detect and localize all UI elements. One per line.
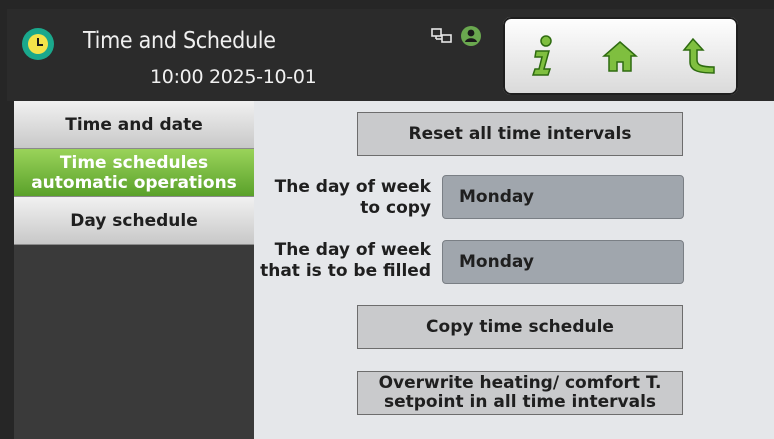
copy-from-day-select[interactable]: Monday: [442, 175, 684, 219]
status-icons: [430, 25, 482, 47]
date-text: 2025-10-01: [209, 66, 317, 88]
home-icon: [602, 41, 639, 72]
sidebar-item-day-schedule[interactable]: Day schedule: [14, 197, 254, 245]
sidebar: Time and date Time schedules automatic o…: [14, 101, 254, 439]
back-button[interactable]: [675, 32, 723, 80]
user-icon: [461, 26, 481, 46]
reset-all-intervals-button[interactable]: Reset all time intervals: [357, 112, 683, 156]
main-content: Reset all time intervals The day of week…: [254, 101, 774, 439]
sidebar-item-label: Time and date: [65, 114, 203, 135]
copy-time-schedule-button[interactable]: Copy time schedule: [357, 305, 683, 349]
copy-from-label-line2: to copy: [360, 198, 431, 218]
fill-day-label-line1: The day of week: [274, 240, 431, 260]
time-text: 10:00: [150, 66, 204, 88]
sidebar-item-label-line1: Time schedules: [59, 152, 209, 173]
fill-day-select[interactable]: Monday: [442, 240, 684, 284]
sidebar-item-label-line2: automatic operations: [31, 172, 237, 193]
info-button[interactable]: [518, 32, 566, 80]
clock-icon: [22, 28, 54, 60]
fill-day-value: Monday: [459, 252, 534, 272]
sidebar-item-label: Day schedule: [70, 210, 198, 231]
copy-from-day-value: Monday: [459, 187, 534, 207]
info-icon: [532, 35, 552, 76]
sidebar-item-time-schedules[interactable]: Time schedules automatic operations: [14, 149, 254, 197]
back-arrow-icon: [682, 37, 715, 74]
copy-from-label-line1: The day of week: [274, 177, 431, 197]
fill-day-label-line2: that is to be filled: [260, 261, 431, 281]
copy-from-label: The day of week to copy: [275, 177, 431, 219]
overwrite-setpoint-button[interactable]: Overwrite heating/ comfort T. setpoint i…: [357, 371, 683, 415]
overwrite-button-line1: Overwrite heating/ comfort T.: [378, 373, 662, 393]
sidebar-item-time-and-date[interactable]: Time and date: [14, 101, 254, 149]
datetime-display: 10:00 2025-10-01: [150, 66, 317, 88]
network-icon: [431, 28, 452, 43]
overwrite-button-line2: setpoint in all time intervals: [383, 392, 657, 412]
fill-day-label: The day of week that is to be filled: [260, 240, 431, 282]
toolbar: [503, 17, 738, 95]
page-title: Time and Schedule: [83, 28, 276, 54]
home-button[interactable]: [596, 32, 644, 80]
